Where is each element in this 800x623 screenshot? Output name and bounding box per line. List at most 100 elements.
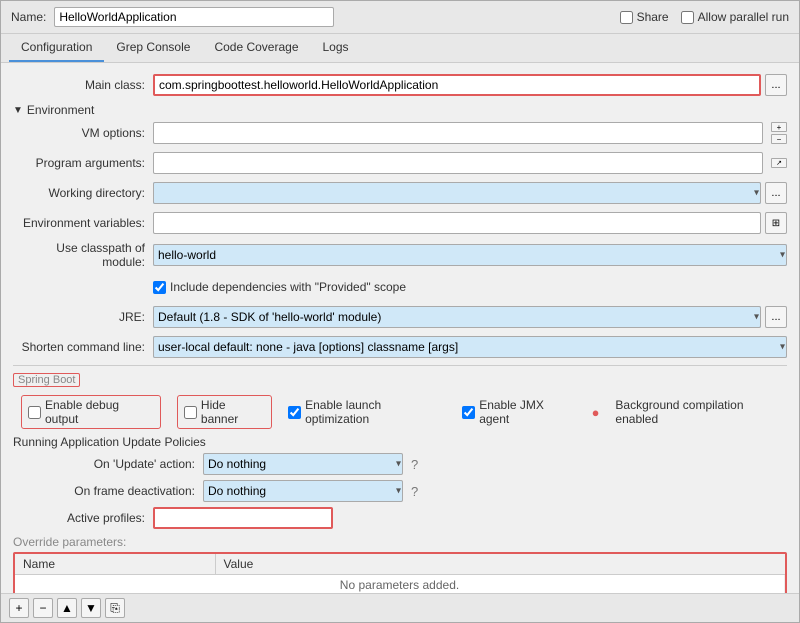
vm-options-expand-btn[interactable]: + [771,122,787,132]
hide-banner-label: Hide banner [201,398,265,426]
on-frame-select-wrapper: Do nothing ▾ [203,480,403,502]
active-profiles-input[interactable] [153,507,333,529]
include-deps-row: Include dependencies with "Provided" sco… [13,275,787,299]
include-deps-label: Include dependencies with "Provided" sco… [170,280,406,294]
allow-parallel-checkbox[interactable] [681,11,694,24]
environment-triangle[interactable]: ▼ [13,105,23,116]
vm-options-row: VM options: + − [13,121,787,145]
enable-launch-label: Enable launch optimization [305,398,446,426]
main-class-input[interactable] [153,74,761,96]
vm-options-collapse-btn[interactable]: − [771,134,787,144]
jre-row: JRE: Default (1.8 - SDK of 'hello-world'… [13,305,787,329]
table-empty-row: No parameters added. Add parameter (⌘N) [15,575,785,594]
enable-jmx-checkbox-label[interactable]: Enable JMX agent [462,398,575,426]
classpath-label: Use classpath of module: [13,241,153,269]
override-table-wrapper: Name Value No parameters added. Add para… [13,552,787,593]
hide-banner-checkbox-label[interactable]: Hide banner [177,395,272,429]
bg-compilation-warning-icon: ● [592,405,600,420]
program-args-row: Program arguments: ↗ [13,151,787,175]
separator-1 [13,365,787,366]
table-header-value: Value [215,554,785,575]
shorten-cmd-select[interactable]: user-local default: none - java [options… [153,336,787,358]
enable-jmx-checkbox[interactable] [462,406,475,419]
classpath-select[interactable]: hello-world [153,244,787,266]
active-profiles-label: Active profiles: [13,511,153,525]
bottom-toolbar: + − ▲ ▼ ⎘ [1,593,799,622]
active-profiles-row: Active profiles: [13,507,787,529]
bg-compilation-label: Background compilation enabled [615,398,787,426]
vm-options-field: + − [153,122,787,144]
share-checkbox[interactable] [620,11,633,24]
config-content: Main class: ... ▼ Environment VM options… [1,63,799,593]
up-button[interactable]: ▲ [57,598,77,618]
env-vars-label: Environment variables: [13,216,153,230]
name-input[interactable] [54,7,334,27]
working-dir-field: ▾ ... [153,182,787,204]
working-dir-row: Working directory: ▾ ... [13,181,787,205]
working-dir-browse-button[interactable]: ... [765,182,787,204]
enable-debug-checkbox[interactable] [28,406,41,419]
hide-banner-checkbox[interactable] [184,406,197,419]
working-dir-input[interactable] [153,182,761,204]
classpath-row: Use classpath of module: hello-world ▾ [13,241,787,269]
tab-configuration[interactable]: Configuration [9,34,104,62]
override-label: Override parameters: [13,535,787,549]
vm-options-input[interactable] [153,122,763,144]
enable-debug-checkbox-label[interactable]: Enable debug output [21,395,161,429]
tabs-bar: Configuration Grep Console Code Coverage… [1,34,799,63]
enable-jmx-label: Enable JMX agent [479,398,575,426]
no-params-message: No parameters added. [23,578,776,592]
tab-code-coverage[interactable]: Code Coverage [202,34,310,62]
working-dir-label: Working directory: [13,186,153,200]
jre-browse-button[interactable]: ... [765,306,787,328]
main-class-label: Main class: [13,78,153,92]
classpath-field: hello-world ▾ [153,244,787,266]
jre-select[interactable]: Default (1.8 - SDK of 'hello-world' modu… [153,306,761,328]
override-table: Name Value No parameters added. Add para… [15,554,785,593]
environment-section-header: ▼ Environment [13,103,787,117]
tab-logs[interactable]: Logs [311,34,361,62]
add-button[interactable]: + [9,598,29,618]
shorten-cmd-row: Shorten command line: user-local default… [13,335,787,359]
enable-debug-label: Enable debug output [45,398,154,426]
main-class-row: Main class: ... [13,73,787,97]
main-class-field: ... [153,74,787,96]
on-update-select-wrapper: Do nothing ▾ [203,453,403,475]
policies-label: Running Application Update Policies [13,435,787,449]
name-label: Name: [11,10,46,24]
program-args-expand-btn[interactable]: ↗ [771,158,787,168]
override-section: Override parameters: Name Value No param… [13,535,787,593]
vm-options-label: VM options: [13,126,153,140]
on-update-label: On 'Update' action: [33,457,203,471]
program-args-field: ↗ [153,152,787,174]
spring-boot-label: Spring Boot [13,373,80,387]
include-deps-checkbox[interactable] [153,281,166,294]
on-frame-row: On frame deactivation: Do nothing ▾ ? [13,480,787,502]
env-vars-field: ⊞ [153,212,787,234]
enable-launch-checkbox-label[interactable]: Enable launch optimization [288,398,446,426]
env-vars-input[interactable] [153,212,761,234]
jre-field: Default (1.8 - SDK of 'hello-world' modu… [153,306,787,328]
environment-label: Environment [27,103,94,117]
jre-label: JRE: [13,310,153,324]
env-vars-browse-button[interactable]: ⊞ [765,212,787,234]
tab-grep-console[interactable]: Grep Console [104,34,202,62]
main-class-browse-button[interactable]: ... [765,74,787,96]
shorten-cmd-field: user-local default: none - java [options… [153,336,787,358]
env-vars-row: Environment variables: ⊞ [13,211,787,235]
program-args-input[interactable] [153,152,763,174]
enable-launch-checkbox[interactable] [288,406,301,419]
copy-button[interactable]: ⎘ [105,598,125,618]
on-update-select[interactable]: Do nothing [203,453,403,475]
on-frame-label: On frame deactivation: [33,484,203,498]
shorten-cmd-label: Shorten command line: [13,340,153,354]
allow-parallel-checkbox-label[interactable]: Allow parallel run [681,10,789,24]
program-args-label: Program arguments: [13,156,153,170]
include-deps-checkbox-label[interactable]: Include dependencies with "Provided" sco… [153,280,406,294]
share-checkbox-label[interactable]: Share [620,10,669,24]
down-button[interactable]: ▼ [81,598,101,618]
remove-button[interactable]: − [33,598,53,618]
on-frame-help-icon[interactable]: ? [411,484,418,499]
on-frame-select[interactable]: Do nothing [203,480,403,502]
on-update-help-icon[interactable]: ? [411,457,418,472]
